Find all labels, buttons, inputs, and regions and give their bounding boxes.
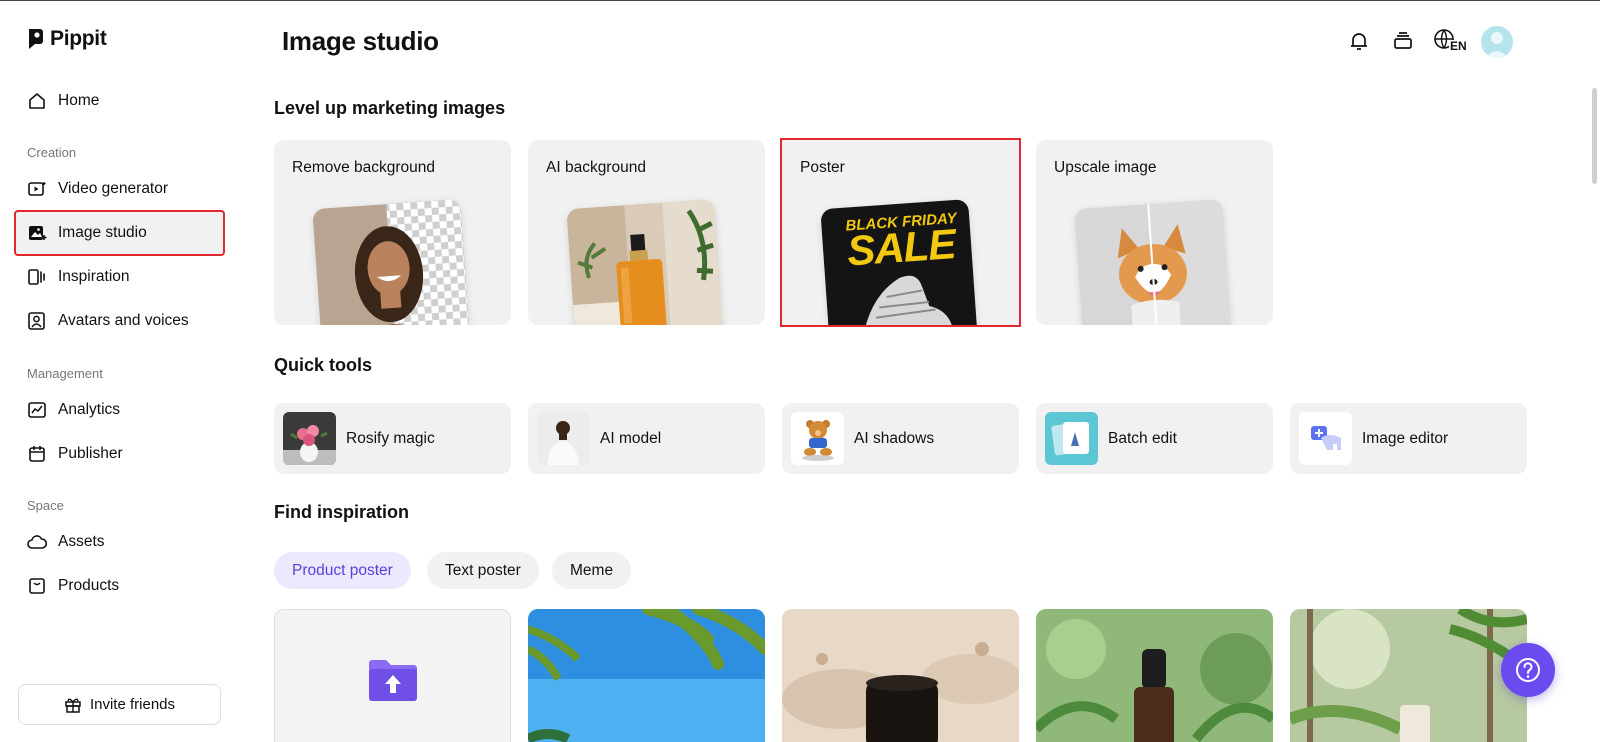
user-silhouette-icon — [1486, 32, 1508, 58]
sidebar-item-home[interactable]: Home — [16, 80, 223, 122]
chip-label: Meme — [570, 561, 614, 579]
upload-tile[interactable] — [274, 609, 511, 742]
sidebar-item-label: Home — [58, 92, 100, 109]
section-label-space: Space — [27, 498, 64, 513]
sidebar-item-assets[interactable]: Assets — [16, 521, 223, 563]
upload-folder-icon — [368, 660, 417, 701]
sidebar-item-inspiration[interactable]: Inspiration — [16, 256, 223, 298]
marketing-section-title: Level up marketing images — [274, 98, 506, 118]
app-name: Pippit — [50, 27, 107, 50]
sidebar-item-label: Analytics — [58, 401, 121, 418]
analytics-icon — [28, 402, 46, 418]
sand-scene-image — [782, 609, 1019, 742]
quick-tool-label: AI model — [600, 429, 662, 447]
sidebar-item-image-studio[interactable]: Image studio — [14, 210, 225, 256]
sidebar-item-products[interactable]: Products — [16, 565, 223, 607]
invite-label: Invite friends — [89, 696, 176, 713]
pippit-logo-icon — [29, 29, 43, 49]
chip-text-poster[interactable]: Text poster — [427, 552, 539, 589]
ai-model-thumbnail — [537, 412, 590, 465]
batch-edit-thumbnail — [1045, 412, 1098, 465]
window-top-border — [0, 0, 1600, 1]
header-actions: EN — [1345, 26, 1468, 56]
sidebar-item-video-generator[interactable]: Video generator — [16, 168, 223, 210]
inspiration-section-title: Find inspiration — [274, 502, 409, 522]
poster-thumbnail: BLACK FRIDAY SALE — [820, 199, 978, 325]
quick-tool-image-editor[interactable]: Image editor — [1290, 403, 1527, 474]
quick-tools-section-title: Quick tools — [274, 355, 373, 375]
remove-background-card[interactable]: Remove background — [274, 140, 511, 325]
image-studio-icon — [29, 226, 47, 240]
chip-product-poster[interactable]: Product poster — [274, 552, 411, 589]
avatar-voices-icon — [28, 312, 45, 330]
sidebar-item-label: Avatars and voices — [58, 312, 189, 329]
chip-label: Text poster — [445, 561, 521, 579]
sidebar-item-analytics[interactable]: Analytics — [16, 389, 223, 431]
section-label-management: Management — [27, 366, 103, 381]
app-logo[interactable]: Pippit — [27, 27, 107, 51]
inspiration-icon — [28, 269, 45, 285]
upscale-image-card[interactable]: Upscale image — [1036, 140, 1273, 325]
calendar-icon — [29, 446, 45, 462]
gift-icon — [65, 698, 81, 713]
ai-background-thumbnail — [566, 199, 724, 325]
quick-tool-label: Rosify magic — [346, 429, 435, 447]
sidebar-item-label: Products — [58, 577, 120, 594]
page-title: Image studio — [282, 26, 439, 56]
section-label-creation: Creation — [27, 145, 77, 160]
inspiration-tile-forest[interactable] — [1290, 609, 1527, 742]
cloud-icon — [27, 535, 47, 549]
card-label: Upscale image — [1054, 159, 1157, 176]
inspiration-tile-serum[interactable] — [1036, 609, 1273, 742]
quick-tool-ai-model[interactable]: AI model — [528, 403, 765, 474]
sidebar-item-label: Inspiration — [58, 268, 130, 285]
quick-tool-batch-edit[interactable]: Batch edit — [1036, 403, 1273, 474]
language-code: EN — [1449, 39, 1468, 53]
sidebar: Pippit Home Creation Video generator Ima… — [0, 0, 240, 742]
sidebar-item-label: Video generator — [58, 180, 169, 197]
chip-label: Product poster — [292, 561, 393, 579]
rosify-magic-thumbnail — [283, 412, 336, 465]
card-label: Poster — [800, 159, 845, 176]
bell-icon — [1351, 33, 1367, 50]
quick-tool-label: AI shadows — [854, 429, 935, 447]
inspiration-tile-sand[interactable] — [782, 609, 1019, 742]
quick-tool-ai-shadows[interactable]: AI shadows — [782, 403, 1019, 474]
quick-tool-label: Batch edit — [1108, 429, 1177, 447]
ai-shadows-thumbnail — [791, 412, 844, 465]
upscale-image-thumbnail — [1074, 199, 1232, 325]
image-editor-thumbnail — [1299, 412, 1352, 465]
subscription-button[interactable] — [1389, 26, 1417, 56]
chip-meme[interactable]: Meme — [552, 552, 632, 589]
poster-card[interactable]: Poster BLACK FRIDAY SALE — [780, 138, 1021, 327]
ai-background-card[interactable]: AI background — [528, 140, 765, 325]
notifications-button[interactable] — [1345, 26, 1373, 56]
sidebar-item-publisher[interactable]: Publisher — [16, 433, 223, 475]
question-mark-icon — [1516, 658, 1540, 682]
card-label: AI background — [546, 159, 646, 176]
sidebar-item-label: Assets — [58, 533, 105, 550]
user-avatar[interactable] — [1481, 26, 1513, 58]
home-icon — [29, 93, 45, 109]
card-label: Remove background — [292, 159, 436, 176]
language-button[interactable]: EN — [1433, 26, 1468, 56]
page-scrollbar[interactable] — [1592, 88, 1597, 184]
sidebar-item-avatars-and-voices[interactable]: Avatars and voices — [16, 300, 223, 342]
inspiration-tile-tropical[interactable] — [528, 609, 765, 742]
invite-friends-button[interactable]: Invite friends — [18, 684, 221, 725]
video-generator-icon — [28, 182, 46, 196]
quick-tool-label: Image editor — [1362, 429, 1449, 447]
product-box-icon — [29, 578, 45, 594]
serum-scene-image — [1036, 609, 1273, 742]
sidebar-item-label: Publisher — [58, 445, 123, 462]
sidebar-item-label: Image studio — [58, 224, 147, 241]
stack-icon — [1394, 32, 1412, 49]
tropical-scene-image — [528, 609, 765, 742]
quick-tool-rosify-magic[interactable]: Rosify magic — [274, 403, 511, 474]
help-button[interactable] — [1501, 643, 1555, 697]
forest-scene-image — [1290, 609, 1527, 742]
remove-background-thumbnail — [312, 199, 470, 325]
